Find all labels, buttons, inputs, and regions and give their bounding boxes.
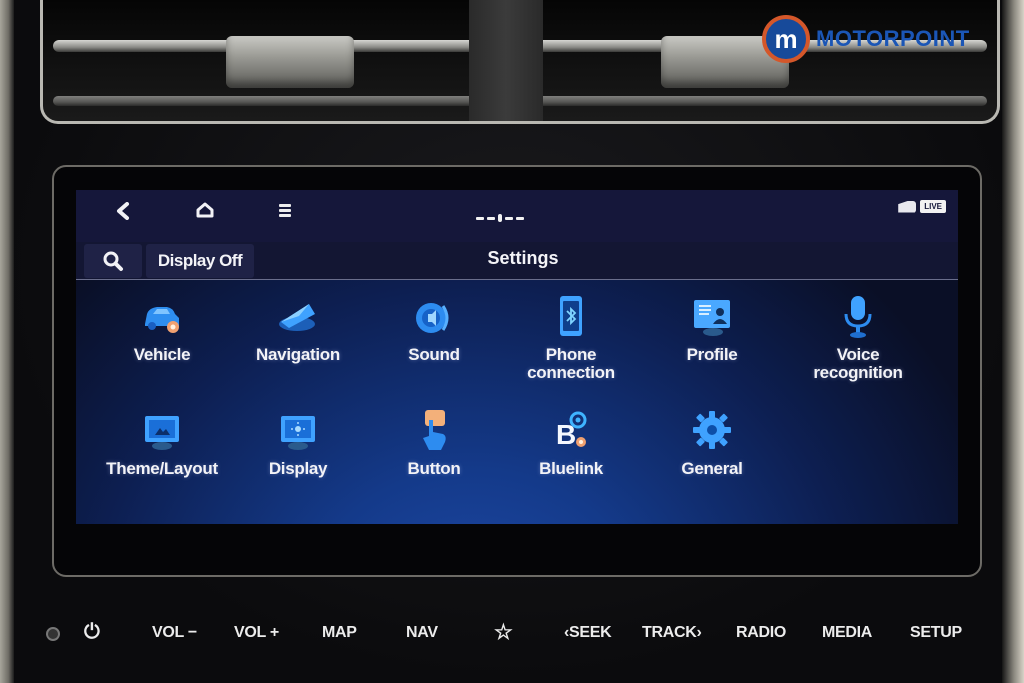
brand-name: MOTORPOINT (816, 26, 970, 51)
signal-indicator (476, 214, 524, 222)
network-icon (898, 200, 917, 213)
radio-button[interactable]: RADIO (736, 624, 786, 642)
infotainment-screen: LIVE Display Off Settings Vehicle Naviga… (76, 190, 958, 524)
vol-up-button[interactable]: VOL + (234, 624, 279, 642)
seek-button[interactable]: ‹SEEK (564, 624, 612, 642)
settings-item-label: General (681, 459, 743, 478)
car-gear-icon (139, 294, 185, 340)
settings-item-profile[interactable]: Profile (642, 282, 782, 392)
settings-item-label: Phone connection (527, 345, 615, 382)
microphone-icon (835, 294, 881, 340)
settings-item-label: Display (268, 459, 328, 478)
settings-item-label: Theme/Layout (106, 459, 218, 478)
settings-item-general[interactable]: General (642, 396, 782, 506)
settings-item-sound[interactable]: Sound (364, 282, 504, 392)
phone-bluetooth-icon (548, 294, 594, 340)
profile-card-icon (689, 294, 735, 340)
settings-item-navigation[interactable]: Navigation (228, 282, 368, 392)
right-trim (1002, 0, 1024, 683)
settings-item-voice-recognition[interactable]: Voice recognition (788, 282, 928, 392)
settings-item-label: Voice recognition (813, 345, 903, 382)
speaker-icon (411, 294, 457, 340)
status-icons: LIVE (898, 200, 946, 213)
vol-down-button[interactable]: VOL − (152, 624, 197, 642)
settings-grid: Vehicle Navigation Sound Phone connectio… (76, 282, 958, 524)
gear-icon (689, 408, 735, 454)
settings-item-bluelink[interactable]: B Bluelink (501, 396, 641, 506)
setup-button[interactable]: SETUP (910, 624, 962, 642)
theme-monitor-icon (139, 408, 185, 454)
page-title: Settings (487, 248, 559, 268)
power-button[interactable]: ⏻ (84, 621, 100, 644)
navigation-arrow-icon (275, 294, 321, 340)
header-bar: Display Off Settings (76, 242, 958, 280)
settings-item-button[interactable]: Button (364, 396, 504, 506)
settings-item-label: Profile (686, 345, 738, 364)
settings-item-phone-connection[interactable]: Phone connection (501, 282, 641, 392)
home-icon[interactable] (196, 202, 214, 218)
track-button[interactable]: TRACK› (642, 624, 702, 642)
left-trim (0, 0, 14, 683)
settings-item-display[interactable]: Display (228, 396, 368, 506)
nav-button[interactable]: NAV (406, 624, 438, 642)
brand-badge-icon: m (762, 15, 810, 63)
settings-item-label: Navigation (256, 345, 340, 364)
status-bar: LIVE (76, 190, 958, 242)
brightness-monitor-icon (275, 408, 321, 454)
hard-key-panel: ⏻ VOL − VOL + MAP NAV ☆ ‹SEEK TRACK› RAD… (30, 618, 990, 658)
settings-item-label: Sound (408, 345, 460, 364)
live-badge: LIVE (920, 200, 946, 213)
settings-item-label: Bluelink (539, 459, 603, 478)
light-sensor (46, 627, 60, 641)
vent-knob-left[interactable] (226, 36, 354, 88)
settings-item-vehicle[interactable]: Vehicle (92, 282, 232, 392)
map-button[interactable]: MAP (322, 624, 357, 642)
menu-icon[interactable] (279, 202, 291, 219)
button-press-icon (411, 408, 457, 454)
vent-divider (469, 0, 543, 121)
settings-item-label: Vehicle (133, 345, 191, 364)
settings-item-theme-layout[interactable]: Theme/Layout (92, 396, 232, 506)
media-button[interactable]: MEDIA (822, 624, 872, 642)
settings-item-label: Button (407, 459, 461, 478)
brand-logo: m MOTORPOINT (762, 15, 970, 63)
favorite-star-button[interactable]: ☆ (494, 620, 513, 645)
back-chevron-icon[interactable] (116, 202, 130, 220)
bluelink-icon: B (548, 408, 594, 454)
